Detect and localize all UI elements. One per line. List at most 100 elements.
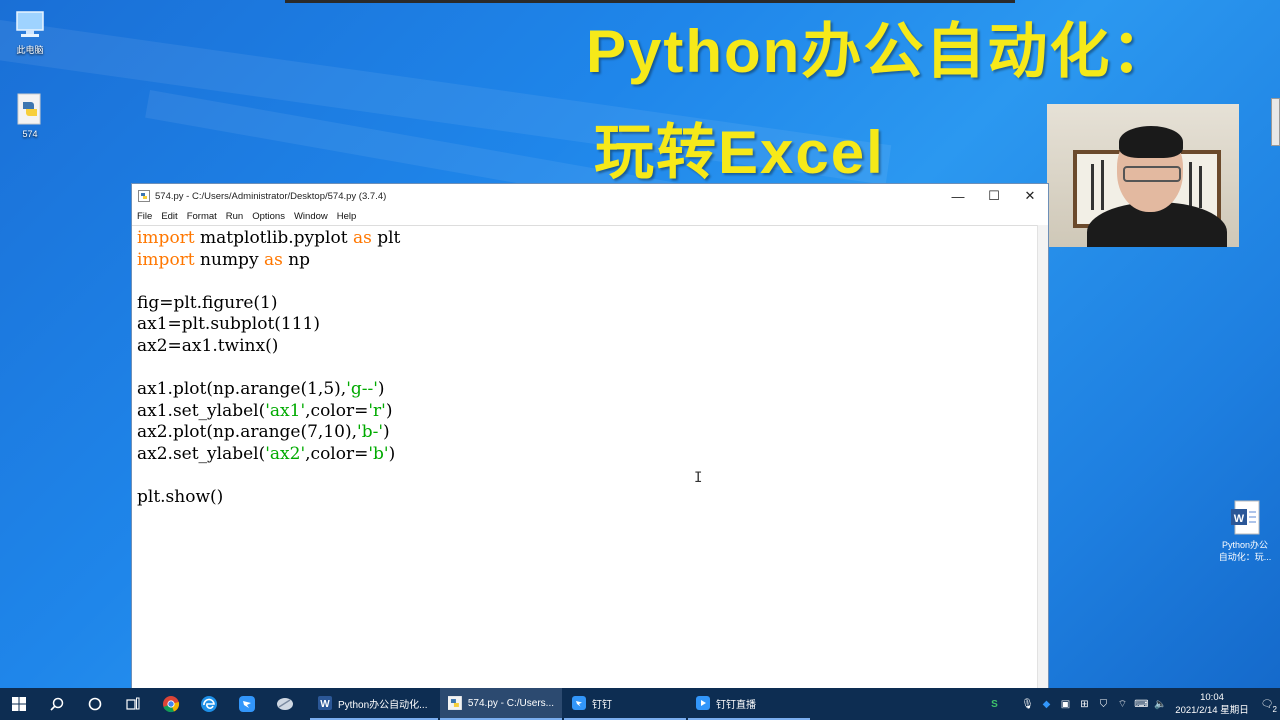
code-token: ) — [383, 422, 390, 443]
code-token: numpy — [194, 249, 264, 270]
glasses — [1123, 166, 1181, 182]
dingtalk-pinned-button[interactable] — [228, 688, 266, 720]
code-token: ax1.plot(np.arange(1,5), — [137, 379, 347, 400]
code-token: ax2.plot(np.arange(7,10), — [137, 422, 358, 443]
code-token: ) — [377, 379, 385, 400]
banner-title-line1: Python办公自动化： — [586, 18, 1174, 85]
taskbar-app-label: Python办公自动化... — [338, 699, 428, 711]
code-keyword: as — [352, 228, 372, 248]
word-doc-label-1: Python办公 — [1221, 540, 1269, 550]
chrome-button[interactable] — [152, 688, 190, 720]
taskbar-app-idle[interactable]: 574.py - C:/Users... — [440, 688, 562, 720]
word-doc-icon: W — [1231, 500, 1260, 535]
tray-app-icon[interactable]: ▣ — [1056, 688, 1075, 720]
python-idle-icon — [138, 190, 150, 202]
code-token: ax1.set_ylabel( — [137, 400, 266, 421]
taskbar-app-label: 钉钉直播 — [716, 699, 756, 711]
code-line: ax1=plt.subplot(111) — [137, 314, 320, 335]
clock-date: 2021/2/14 星期日 — [1175, 705, 1249, 716]
code-keyword: import — [137, 249, 195, 270]
tray-shield-icon[interactable]: ⛉ — [1094, 688, 1113, 720]
notification-center-button[interactable]: 🗨 2 — [1254, 688, 1280, 720]
menu-help[interactable]: Help — [337, 211, 357, 222]
tray-volume-icon[interactable]: 🔈 — [1151, 688, 1170, 720]
taskbar-clock[interactable]: 10:04 2021/2/14 星期日 — [1170, 691, 1254, 717]
idle-icon — [448, 696, 462, 710]
menu-bar: File Edit Format Run Options Window Help — [132, 208, 1048, 225]
code-line: fig=plt.figure(1) — [137, 292, 278, 313]
taskbar: W Python办公自动化... 574.py - C:/Users... 钉钉… — [0, 688, 1280, 720]
code-keyword: import — [137, 228, 195, 248]
code-token: ,color= — [305, 443, 369, 464]
task-view-button[interactable] — [114, 688, 152, 720]
code-token: ) — [385, 400, 393, 421]
start-button[interactable] — [0, 688, 38, 720]
tray-dingtalk-icon[interactable]: ◆ — [1037, 688, 1056, 720]
menu-window[interactable]: Window — [294, 211, 328, 222]
menu-run[interactable]: Run — [226, 211, 243, 222]
code-line: ax2=ax1.twinx() — [137, 335, 279, 356]
tray-network-icon[interactable]: ⊞ — [1075, 688, 1094, 720]
code-token: plt — [371, 228, 401, 248]
python-file-icon — [17, 93, 41, 125]
window-titlebar[interactable]: 574.py - C:/Users/Administrator/Desktop/… — [132, 184, 1048, 208]
code-editor[interactable]: import matplotlib.pyplot as plt import n… — [132, 225, 1038, 688]
code-string: 'b-' — [357, 422, 383, 443]
menu-file[interactable]: File — [137, 211, 152, 222]
tray-keyboard-icon[interactable]: ⌨ — [1132, 688, 1151, 720]
maximize-button[interactable]: ☐ — [976, 184, 1012, 208]
cortana-button[interactable] — [76, 688, 114, 720]
tray-wps-icon[interactable]: S — [985, 688, 1004, 720]
feather-icon — [277, 698, 293, 710]
notification-count: 2 — [1272, 705, 1277, 714]
task-view-icon — [126, 697, 140, 710]
maximize-icon: ☐ — [988, 188, 1000, 203]
edge-icon — [201, 696, 217, 712]
dingtalk-icon — [572, 696, 586, 710]
desktop-icon-574-py[interactable]: 574 — [0, 92, 60, 140]
window-title: 574.py - C:/Users/Administrator/Desktop/… — [155, 190, 387, 202]
code-text[interactable]: import matplotlib.pyplot as plt import n… — [137, 228, 400, 509]
cortana-icon — [88, 697, 102, 711]
banner-title-line2: 玩转Excel — [594, 119, 885, 186]
menu-format[interactable]: Format — [187, 211, 217, 222]
close-button[interactable]: ✕ — [1012, 184, 1048, 208]
taskbar-app-dingtalk[interactable]: 钉钉 — [564, 688, 686, 720]
chrome-icon — [163, 696, 180, 713]
dingtalk-icon — [239, 696, 255, 712]
side-scroll-handle[interactable] — [1271, 98, 1280, 146]
code-string: 'g--' — [346, 379, 378, 400]
clock-time: 10:04 — [1200, 692, 1224, 703]
code-string: 'ax2' — [265, 443, 306, 464]
code-token: np — [282, 249, 311, 270]
desktop-icon-this-pc[interactable]: 此电脑 — [0, 8, 60, 56]
minimize-icon: — — [951, 188, 965, 204]
code-token: ax2.set_ylabel( — [137, 443, 266, 464]
tray-microphone-icon[interactable]: 🎙 — [1018, 688, 1037, 720]
desktop-icon-label: 574 — [22, 129, 38, 139]
notification-icon: 🗨 — [1260, 698, 1274, 710]
taskbar-app-word[interactable]: W Python办公自动化... — [310, 688, 438, 720]
search-icon — [50, 697, 64, 711]
code-token: matplotlib.pyplot — [194, 228, 353, 248]
taskbar-app-dingtalk-live[interactable]: 钉钉直播 — [688, 688, 810, 720]
code-string: 'r' — [368, 400, 386, 421]
webcam-overlay — [1047, 104, 1239, 247]
system-tray: S 🎙 ◆ ▣ ⊞ ⛉ ⌔ ⌨ 🔈 10:04 2021/2/14 星期日 🗨 … — [985, 688, 1280, 720]
desktop-icon-word-doc[interactable]: W Python办公 自动化：玩... — [1214, 500, 1276, 563]
search-button[interactable] — [38, 688, 76, 720]
menu-edit[interactable]: Edit — [161, 211, 177, 222]
code-line: plt.show() — [137, 487, 224, 508]
code-string: 'ax1' — [265, 400, 306, 421]
tray-wifi-icon[interactable]: ⌔ — [1113, 688, 1132, 720]
idle-editor-window: 574.py - C:/Users/Administrator/Desktop/… — [131, 183, 1049, 689]
code-token: ) — [388, 443, 396, 464]
minimize-button[interactable]: — — [940, 184, 976, 208]
menu-options[interactable]: Options — [252, 211, 285, 222]
editor-scrollbar[interactable] — [1037, 225, 1048, 688]
desktop-icon-label: 此电脑 — [16, 45, 44, 55]
edge-button[interactable] — [190, 688, 228, 720]
feather-app-button[interactable] — [266, 688, 304, 720]
svg-text:W: W — [1234, 513, 1245, 525]
close-icon: ✕ — [1024, 188, 1036, 203]
